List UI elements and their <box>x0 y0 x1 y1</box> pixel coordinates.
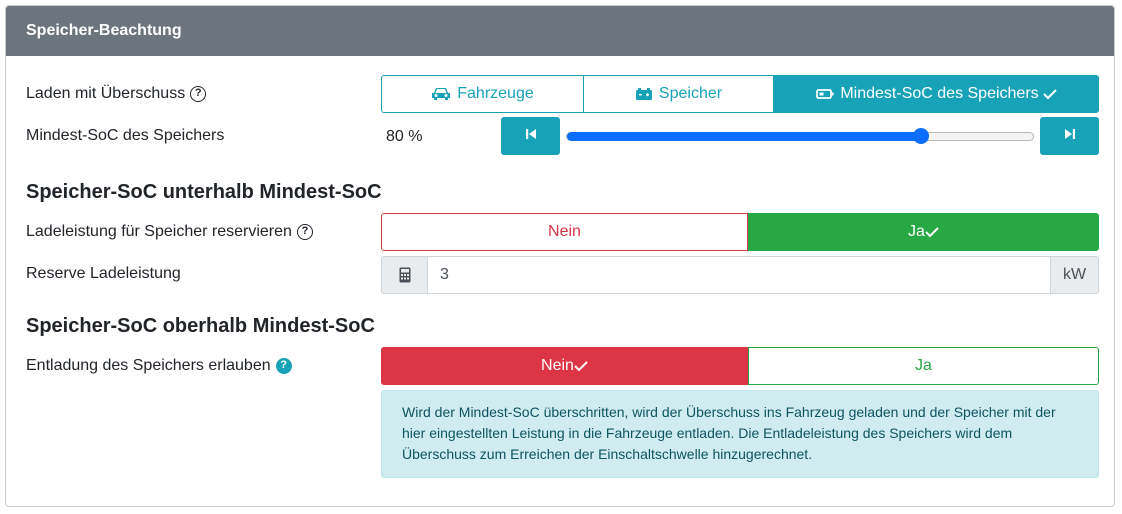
slider-thumb[interactable] <box>913 128 929 144</box>
reserve-charge-power-group: kW <box>381 256 1099 294</box>
discharge-no-label: Nein <box>541 357 574 374</box>
option-storage-label: Speicher <box>658 85 723 102</box>
reserve-charge-power-label: Reserve Ladeleistung <box>26 265 181 282</box>
allow-discharge-label-text: Entladung des Speichers erlauben <box>26 357 271 374</box>
min-soc-slider[interactable] <box>566 128 1034 144</box>
section-below-min-soc-title: Speicher-SoC unterhalb Mindest-SoC <box>26 181 382 203</box>
reserve-power-toggle: Nein Ja <box>381 213 1099 251</box>
reserve-yes-button[interactable]: Ja <box>748 213 1099 251</box>
reserve-charge-power-input[interactable] <box>428 257 1050 293</box>
charge-surplus-group: Fahrzeuge Speicher Mindest-SoC des Speic… <box>381 75 1099 113</box>
info-line-3: Überschuss zum Erreichen der Einschaltsc… <box>402 446 813 462</box>
check-icon <box>574 360 588 372</box>
slider-fill <box>567 132 921 141</box>
option-vehicles-button[interactable]: Fahrzeuge <box>381 75 584 113</box>
option-min-soc-label: Mindest-SoC des Speichers <box>840 85 1039 102</box>
check-icon <box>1042 88 1057 100</box>
check-icon <box>925 226 939 238</box>
min-soc-value: 80 % <box>386 128 423 145</box>
increase-button[interactable] <box>1040 117 1099 155</box>
info-alert: Wird der Mindest-SoC überschritten, wird… <box>381 390 1099 478</box>
allow-discharge-label: Entladung des Speichers erlauben ? <box>26 357 292 375</box>
reserve-yes-label: Ja <box>908 223 925 240</box>
discharge-no-button[interactable]: Nein <box>381 347 748 385</box>
charge-surplus-label: Laden mit Überschuss ? <box>26 85 207 103</box>
info-line-2: hier eingestellten Leistung in die Fahrz… <box>402 425 1013 441</box>
help-icon[interactable]: ? <box>296 224 313 240</box>
calculator-icon <box>382 257 428 293</box>
section-above-min-soc-title: Speicher-SoC oberhalb Mindest-SoC <box>26 315 375 337</box>
allow-discharge-toggle: Nein Ja <box>381 347 1099 385</box>
option-min-soc-button[interactable]: Mindest-SoC des Speichers <box>774 75 1099 113</box>
discharge-yes-button[interactable]: Ja <box>748 347 1099 385</box>
option-storage-button[interactable]: Speicher <box>584 75 774 113</box>
car-icon <box>431 86 451 102</box>
reserve-no-button[interactable]: Nein <box>381 213 748 251</box>
option-vehicles-label: Fahrzeuge <box>457 85 534 102</box>
card-title: Speicher-Beachtung <box>6 6 1114 56</box>
unit-label: kW <box>1050 257 1098 293</box>
step-backward-icon <box>525 127 537 145</box>
min-soc-label: Mindest-SoC des Speichers <box>26 127 225 144</box>
decrease-button[interactable] <box>501 117 560 155</box>
reserve-power-label: Ladeleistung für Speicher reservieren ? <box>26 223 313 241</box>
help-icon[interactable]: ? <box>275 358 292 374</box>
battery-icon <box>816 88 834 100</box>
reserve-power-label-text: Ladeleistung für Speicher reservieren <box>26 223 292 240</box>
step-forward-icon <box>1064 127 1076 145</box>
charge-surplus-label-text: Laden mit Überschuss <box>26 85 186 102</box>
battery-car-icon <box>635 87 653 101</box>
storage-settings-card: Speicher-Beachtung Laden mit Überschuss … <box>5 5 1115 507</box>
info-line-1: Wird der Mindest-SoC überschritten, wird… <box>402 404 1056 420</box>
help-icon[interactable]: ? <box>190 86 207 102</box>
